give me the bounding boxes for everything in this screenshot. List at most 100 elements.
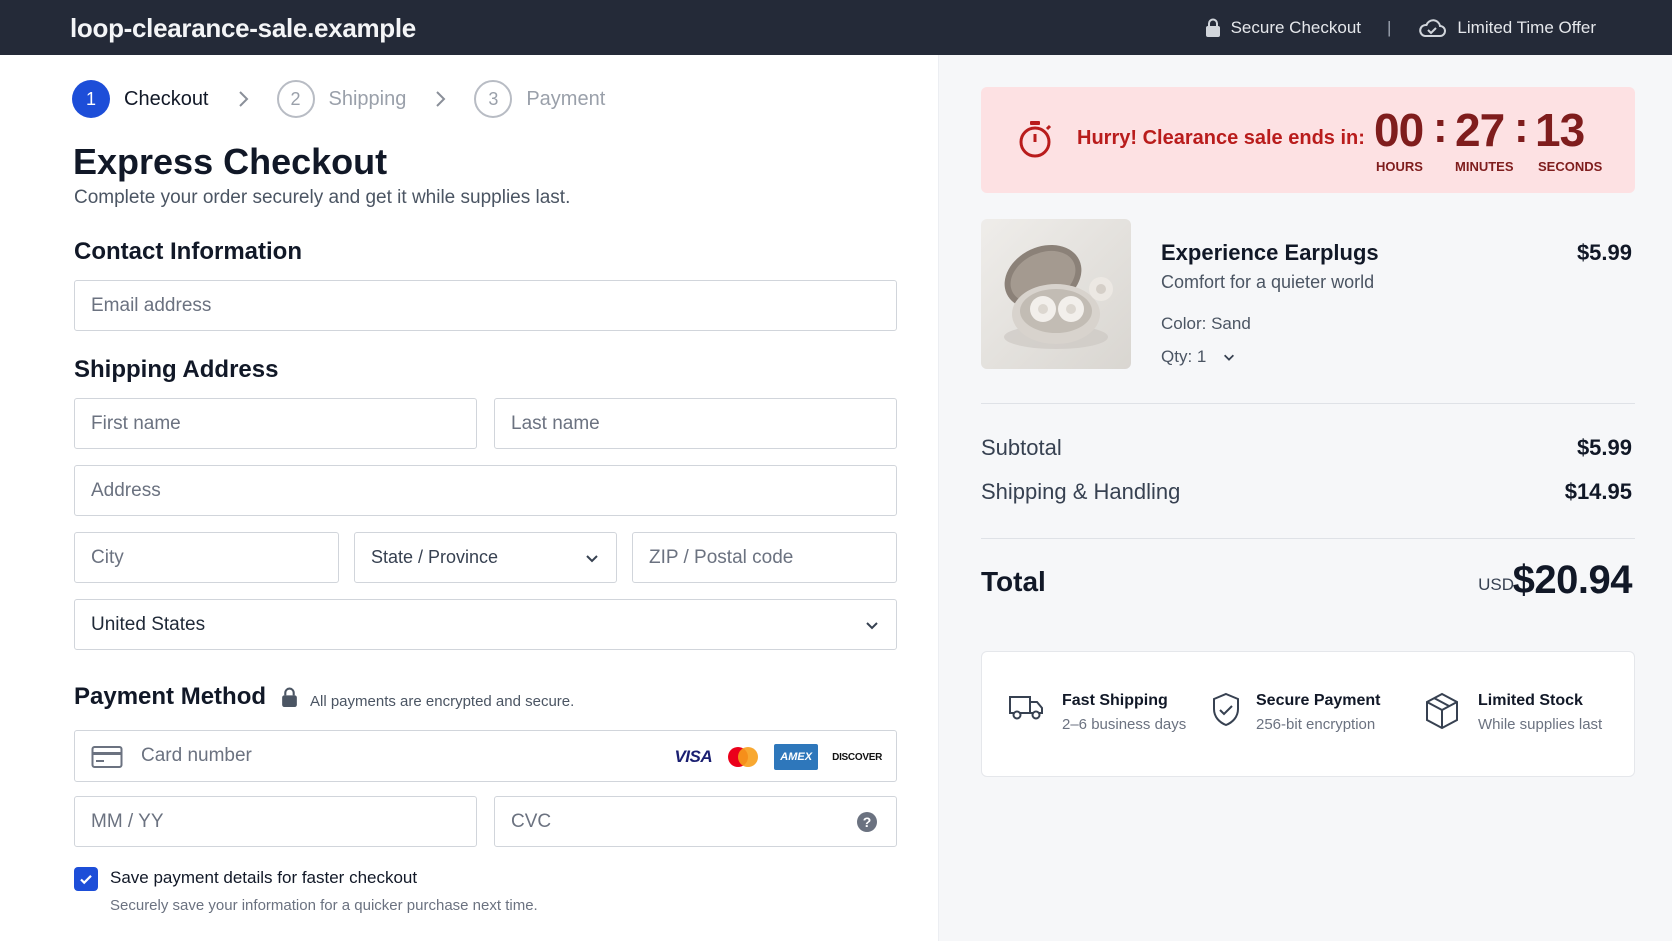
address-placeholder: Address <box>91 479 161 501</box>
expiry-placeholder: MM / YY <box>91 810 164 832</box>
minutes-label: MINUTES <box>1455 159 1514 174</box>
state-placeholder: State / Province <box>371 547 499 567</box>
save-payment-checkbox[interactable] <box>74 867 98 891</box>
payment-heading: Payment Method <box>74 683 267 710</box>
top-bar: loop-clearance-sale.example Secure Check… <box>0 0 1672 55</box>
product-color: Color: Sand <box>1161 314 1251 333</box>
amex-logo: AMEX <box>774 744 819 770</box>
zip-placeholder: ZIP / Postal code <box>649 546 794 568</box>
clearance-ends-label: Clearance sale ends in: <box>1142 127 1365 149</box>
trust-subtitle: 2–6 business days <box>1062 716 1187 733</box>
expiry-field[interactable]: MM / YY <box>74 796 477 847</box>
step-3-label[interactable]: Payment <box>526 88 605 111</box>
quantity-value: Qty: 1 <box>1161 347 1207 366</box>
last-name-placeholder: Last name <box>511 412 600 434</box>
countdown-banner: Hurry! Clearance sale ends in: 00 : 27 :… <box>981 87 1635 193</box>
step-3-circle[interactable]: 3 <box>474 80 513 118</box>
product-name[interactable]: Experience Earplugs <box>1161 240 1379 266</box>
timer-minutes: 27 <box>1455 104 1505 156</box>
visa-logo: VISA <box>674 747 713 766</box>
country-select[interactable]: United States <box>74 599 897 650</box>
trust-title: Limited Stock <box>1478 692 1583 709</box>
city-field[interactable]: City <box>74 532 339 583</box>
earplugs-case-image <box>1004 244 1113 349</box>
step-2-circle[interactable]: 2 <box>276 80 315 118</box>
chevron-right-icon <box>434 90 446 108</box>
cvc-placeholder: CVC <box>511 810 552 832</box>
total-label: Total <box>981 566 1046 597</box>
first-name-field[interactable]: First name <box>74 398 477 449</box>
trust-badges: Fast Shipping 2–6 business days Secure P… <box>981 651 1635 777</box>
header-separator: | <box>1387 17 1392 37</box>
seconds-label: SECONDS <box>1538 159 1603 174</box>
step-2-label[interactable]: Shipping <box>329 88 407 111</box>
stopwatch-icon <box>1019 121 1052 158</box>
truck-icon <box>1009 696 1043 720</box>
svg-text:?: ? <box>863 814 872 830</box>
timer-hours: 00 <box>1374 104 1424 156</box>
currency-label: USD <box>1478 575 1514 594</box>
timer-colon: : <box>1514 103 1529 152</box>
box-icon <box>1426 692 1458 730</box>
shipping-heading: Shipping Address <box>74 356 279 383</box>
address-field[interactable]: Address <box>74 465 897 516</box>
trust-title: Secure Payment <box>1256 692 1381 709</box>
site-title[interactable]: loop-clearance-sale.example <box>70 13 416 44</box>
last-name-field[interactable]: Last name <box>494 398 897 449</box>
card-number-field[interactable]: Card number VISA AMEX DISCOVER <box>74 730 897 782</box>
divider <box>981 403 1635 404</box>
quantity-select[interactable]: Qty: 1 <box>1161 347 1236 367</box>
payment-secure-note: All payments are encrypted and secure. <box>310 693 575 710</box>
product-image <box>981 219 1131 369</box>
email-placeholder: Email address <box>91 294 212 316</box>
step-1-label[interactable]: Checkout <box>124 88 209 111</box>
page-title: Express Checkout <box>73 141 388 182</box>
email-field[interactable]: Email address <box>74 280 897 331</box>
hours-label: HOURS <box>1376 159 1423 174</box>
help-icon[interactable]: ? <box>856 811 878 833</box>
credit-card-icon <box>91 746 123 768</box>
page-subtitle: Complete your order securely and get it … <box>74 187 571 208</box>
header-badges: Secure Checkout | Limited Time Offer <box>1205 0 1596 55</box>
lock-icon <box>282 687 297 707</box>
chevron-down-icon <box>586 555 598 563</box>
checkout-form-panel: 1 Checkout 2 Shipping 3 Payment Express … <box>0 55 938 941</box>
state-select[interactable]: State / Province <box>354 532 617 583</box>
product-description: Comfort for a quieter world <box>1161 272 1375 292</box>
contact-heading: Contact Information <box>74 238 302 265</box>
hurry-label: Hurry! <box>1077 127 1138 149</box>
card-number-placeholder: Card number <box>141 745 252 766</box>
save-payment-label[interactable]: Save payment details for faster checkout <box>110 868 417 888</box>
card-brand-logos: VISA AMEX DISCOVER <box>674 744 882 770</box>
product-price: $5.99 <box>1576 240 1632 265</box>
discover-logo: DISCOVER <box>832 751 882 763</box>
timer-colon: : <box>1433 103 1448 152</box>
shipping-label: Shipping & Handling <box>981 479 1181 504</box>
total-value: $20.94 <box>1512 558 1633 602</box>
save-payment-subtext: Securely save your information for a qui… <box>110 897 538 914</box>
shield-check-icon <box>1213 692 1239 727</box>
mastercard-logo <box>728 747 759 767</box>
chevron-right-icon <box>237 90 249 108</box>
shipping-value: $14.95 <box>1564 479 1632 504</box>
chevron-down-icon <box>866 622 878 630</box>
zip-field[interactable]: ZIP / Postal code <box>632 532 897 583</box>
trust-subtitle: While supplies last <box>1478 716 1603 733</box>
countdown-message: Hurry! Clearance sale ends in: <box>1077 127 1365 150</box>
timer-seconds: 13 <box>1535 104 1585 156</box>
country-value: United States <box>91 613 206 635</box>
divider <box>981 538 1635 539</box>
city-placeholder: City <box>91 546 124 568</box>
chevron-down-icon <box>1224 354 1235 361</box>
cvc-field[interactable]: CVC ? <box>494 796 897 847</box>
cloud-check-icon <box>1419 18 1447 37</box>
secure-checkout-label: Secure Checkout <box>1230 17 1361 37</box>
checkmark-icon <box>80 875 92 885</box>
trust-title: Fast Shipping <box>1062 692 1168 709</box>
subtotal-label: Subtotal <box>981 435 1062 460</box>
checkout-stepper: 1 Checkout 2 Shipping 3 Payment <box>72 80 605 118</box>
step-1-circle[interactable]: 1 <box>72 80 110 118</box>
trust-subtitle: 256-bit encryption <box>1256 716 1376 733</box>
limited-offer-label: Limited Time Offer <box>1457 17 1596 37</box>
first-name-placeholder: First name <box>91 412 181 434</box>
